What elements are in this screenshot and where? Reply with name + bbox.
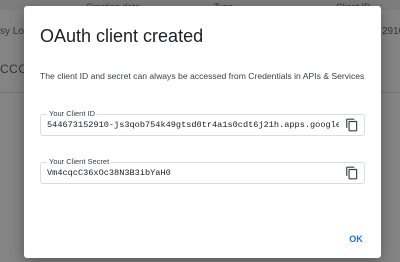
dialog-title: OAuth client created <box>40 26 204 46</box>
client-secret-value[interactable]: Vm4cqcC36xOc38N3B3ibYaH0 <box>47 168 339 178</box>
ok-button[interactable]: OK <box>338 228 374 250</box>
client-id-field[interactable]: Your Client ID 544673152910-js3qob754k49… <box>40 109 365 136</box>
page: sy Log Creation date Type Client ID 2910… <box>0 0 400 262</box>
copy-icon <box>346 118 358 132</box>
dialog-description: The client ID and secret can always be a… <box>40 71 365 81</box>
copy-icon <box>346 166 358 180</box>
client-id-label: Your Client ID <box>47 109 97 118</box>
copy-client-id-button[interactable] <box>345 118 359 132</box>
client-secret-field[interactable]: Your Client Secret Vm4cqcC36xOc38N3B3ibY… <box>40 157 365 184</box>
copy-client-secret-button[interactable] <box>345 166 359 180</box>
oauth-client-created-dialog: OAuth client created The client ID and s… <box>24 6 381 258</box>
client-secret-label: Your Client Secret <box>47 157 112 166</box>
client-id-value[interactable]: 544673152910-js3qob754k49gtsd0tr4a1s0cdt… <box>47 120 339 130</box>
